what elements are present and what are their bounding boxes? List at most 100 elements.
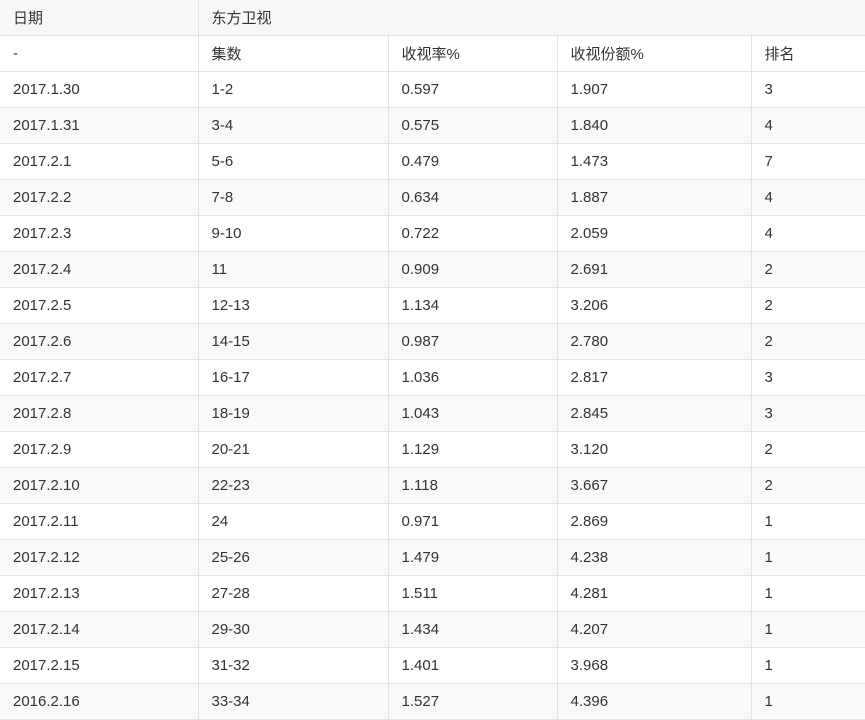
date-cell: 2017.1.31 — [0, 107, 199, 144]
share-cell: 1.840 — [557, 107, 752, 144]
rating-cell: 1.118 — [388, 467, 558, 504]
episodes-cell: 11 — [198, 251, 389, 288]
rating-cell: 0.987 — [388, 323, 558, 360]
episodes-cell: 3-4 — [198, 107, 389, 144]
episodes-cell: 1-2 — [198, 71, 389, 108]
episodes-cell: 29-30 — [198, 611, 389, 648]
date-column-header: 日期 — [0, 0, 199, 36]
share-cell: 3.667 — [557, 467, 752, 504]
date-cell: 2017.2.8 — [0, 395, 199, 432]
rank-cell: 1 — [751, 611, 865, 648]
rank-cell: 2 — [751, 287, 865, 324]
episodes-cell: 14-15 — [198, 323, 389, 360]
share-cell: 2.845 — [557, 395, 752, 432]
episodes-cell: 22-23 — [198, 467, 389, 504]
share-cell: 4.281 — [557, 575, 752, 612]
table-row: 2017.2.10 22-23 1.118 3.667 2 — [0, 467, 865, 504]
share-column-header: 收视份额% — [557, 35, 752, 72]
table-row: 2017.2.8 18-19 1.043 2.845 3 — [0, 395, 865, 432]
table-row: 2017.2.3 9-10 0.722 2.059 4 — [0, 215, 865, 252]
table-row: 2017.2.6 14-15 0.987 2.780 2 — [0, 323, 865, 360]
share-cell: 3.968 — [557, 647, 752, 684]
episodes-cell: 9-10 — [198, 215, 389, 252]
rating-cell: 1.043 — [388, 395, 558, 432]
rating-cell: 1.401 — [388, 647, 558, 684]
rank-cell: 1 — [751, 575, 865, 612]
rank-cell: 2 — [751, 431, 865, 468]
table-subheader-row: - 集数 收视率% 收视份额% 排名 — [0, 35, 865, 72]
date-subheader-placeholder: - — [0, 35, 199, 72]
rank-cell: 3 — [751, 395, 865, 432]
rating-column-header: 收视率% — [388, 35, 558, 72]
rating-cell: 0.722 — [388, 215, 558, 252]
rating-cell: 0.634 — [388, 179, 558, 216]
date-cell: 2017.2.13 — [0, 575, 199, 612]
rank-cell: 7 — [751, 143, 865, 180]
share-cell: 1.887 — [557, 179, 752, 216]
date-cell: 2016.2.16 — [0, 683, 199, 720]
rank-cell: 4 — [751, 107, 865, 144]
table-row: 2017.2.2 7-8 0.634 1.887 4 — [0, 179, 865, 216]
table-row: 2017.1.30 1-2 0.597 1.907 3 — [0, 71, 865, 108]
table-row: 2017.2.15 31-32 1.401 3.968 1 — [0, 647, 865, 684]
date-cell: 2017.2.3 — [0, 215, 199, 252]
table-row: 2017.1.31 3-4 0.575 1.840 4 — [0, 107, 865, 144]
date-cell: 2017.2.10 — [0, 467, 199, 504]
table-row: 2017.2.7 16-17 1.036 2.817 3 — [0, 359, 865, 396]
rank-cell: 2 — [751, 251, 865, 288]
rank-cell: 3 — [751, 359, 865, 396]
ratings-table: 日期 东方卫视 - 集数 收视率% 收视份额% 排名 2017.1.30 1-2 0… — [0, 0, 865, 720]
date-cell: 2017.2.5 — [0, 287, 199, 324]
share-cell: 2.869 — [557, 503, 752, 540]
episodes-column-header: 集数 — [198, 35, 389, 72]
rank-cell: 4 — [751, 215, 865, 252]
date-cell: 2017.2.15 — [0, 647, 199, 684]
date-cell: 2017.2.2 — [0, 179, 199, 216]
share-cell: 3.206 — [557, 287, 752, 324]
episodes-cell: 31-32 — [198, 647, 389, 684]
share-cell: 2.780 — [557, 323, 752, 360]
episodes-cell: 7-8 — [198, 179, 389, 216]
rank-cell: 1 — [751, 539, 865, 576]
share-cell: 4.238 — [557, 539, 752, 576]
episodes-cell: 12-13 — [198, 287, 389, 324]
rating-cell: 1.527 — [388, 683, 558, 720]
date-cell: 2017.2.1 — [0, 143, 199, 180]
date-cell: 2017.2.4 — [0, 251, 199, 288]
table-row: 2017.2.12 25-26 1.479 4.238 1 — [0, 539, 865, 576]
share-cell: 4.396 — [557, 683, 752, 720]
ratings-table-body: 日期 东方卫视 - 集数 收视率% 收视份额% 排名 2017.1.30 1-2 0… — [0, 0, 865, 720]
rating-cell: 0.479 — [388, 143, 558, 180]
table-header-row: 日期 东方卫视 — [0, 0, 865, 36]
rating-cell: 0.909 — [388, 251, 558, 288]
date-cell: 2017.1.30 — [0, 71, 199, 108]
share-cell: 1.473 — [557, 143, 752, 180]
share-cell: 1.907 — [557, 71, 752, 108]
episodes-cell: 5-6 — [198, 143, 389, 180]
share-cell: 2.059 — [557, 215, 752, 252]
rating-cell: 0.971 — [388, 503, 558, 540]
rating-cell: 1.036 — [388, 359, 558, 396]
rating-cell: 1.511 — [388, 575, 558, 612]
share-cell: 2.691 — [557, 251, 752, 288]
table-row: 2017.2.5 12-13 1.134 3.206 2 — [0, 287, 865, 324]
rating-cell: 1.434 — [388, 611, 558, 648]
table-row: 2017.2.9 20-21 1.129 3.120 2 — [0, 431, 865, 468]
date-cell: 2017.2.6 — [0, 323, 199, 360]
episodes-cell: 25-26 — [198, 539, 389, 576]
episodes-cell: 16-17 — [198, 359, 389, 396]
table-row: 2017.2.11 24 0.971 2.869 1 — [0, 503, 865, 540]
date-cell: 2017.2.7 — [0, 359, 199, 396]
table-row: 2017.2.13 27-28 1.511 4.281 1 — [0, 575, 865, 612]
rank-cell: 4 — [751, 179, 865, 216]
rank-cell: 1 — [751, 503, 865, 540]
table-row: 2017.2.4 11 0.909 2.691 2 — [0, 251, 865, 288]
rating-cell: 1.129 — [388, 431, 558, 468]
episodes-cell: 20-21 — [198, 431, 389, 468]
rank-cell: 2 — [751, 323, 865, 360]
table-row: 2017.2.1 5-6 0.479 1.473 7 — [0, 143, 865, 180]
rating-cell: 0.597 — [388, 71, 558, 108]
share-cell: 3.120 — [557, 431, 752, 468]
rank-column-header: 排名 — [751, 35, 865, 72]
channel-header: 东方卫视 — [198, 0, 865, 36]
